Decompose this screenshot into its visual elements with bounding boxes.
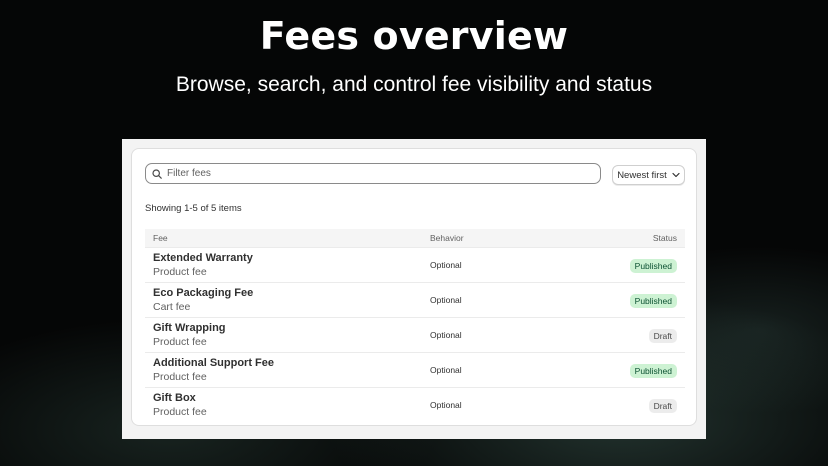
column-header-fee[interactable]: Fee <box>145 233 430 243</box>
page-subtitle: Browse, search, and control fee visibili… <box>175 73 653 96</box>
fees-card: Newest first Showing 1-5 of 5 items Fee … <box>131 148 697 426</box>
fee-name[interactable]: Gift Wrapping <box>153 322 430 335</box>
fee-name[interactable]: Additional Support Fee <box>153 357 430 370</box>
fee-type: Product fee <box>153 405 207 418</box>
fee-behavior: Optional <box>430 400 462 410</box>
fee-behavior: Optional <box>430 330 462 340</box>
status-badge: Draft <box>648 329 677 343</box>
fee-name[interactable]: Eco Packaging Fee <box>153 287 430 300</box>
fee-type: Product fee <box>153 335 207 348</box>
fee-name[interactable]: Gift Box <box>153 392 430 405</box>
status-badge: Published <box>629 364 677 378</box>
sort-button-label: Newest first <box>617 169 667 181</box>
table-row[interactable]: Gift Wrapping Product fee Optional Draft <box>145 317 685 352</box>
table-row[interactable]: Gift Box Product fee Optional Draft <box>145 387 685 422</box>
table-row[interactable]: Extended Warranty Product fee Optional P… <box>145 247 685 282</box>
sort-button[interactable]: Newest first <box>612 165 685 185</box>
table-header: Fee Behavior Status <box>145 229 685 247</box>
results-count: Showing 1-5 of 5 items <box>145 203 242 214</box>
table-row[interactable]: Additional Support Fee Product fee Optio… <box>145 352 685 387</box>
fee-type: Product fee <box>153 265 207 278</box>
status-badge: Draft <box>648 399 677 413</box>
screenshot-frame: Newest first Showing 1-5 of 5 items Fee … <box>122 139 706 439</box>
fee-behavior: Optional <box>430 260 462 270</box>
fees-table: Fee Behavior Status Extended Warranty Pr… <box>145 229 685 422</box>
fee-type: Product fee <box>153 370 207 383</box>
fee-type: Cart fee <box>153 300 191 313</box>
fee-behavior: Optional <box>430 295 462 305</box>
search-field[interactable] <box>145 163 601 184</box>
column-header-behavior[interactable]: Behavior <box>430 233 580 243</box>
chevron-down-icon <box>672 172 680 178</box>
status-badge: Published <box>629 294 677 308</box>
table-row[interactable]: Eco Packaging Fee Cart fee Optional Publ… <box>145 282 685 317</box>
page-title: Fees overview <box>259 14 569 58</box>
search-input[interactable] <box>167 168 587 179</box>
status-badge: Published <box>629 259 677 273</box>
fee-name[interactable]: Extended Warranty <box>153 252 430 265</box>
fee-behavior: Optional <box>430 365 462 375</box>
search-icon <box>152 168 162 179</box>
column-header-status[interactable]: Status <box>580 233 685 243</box>
